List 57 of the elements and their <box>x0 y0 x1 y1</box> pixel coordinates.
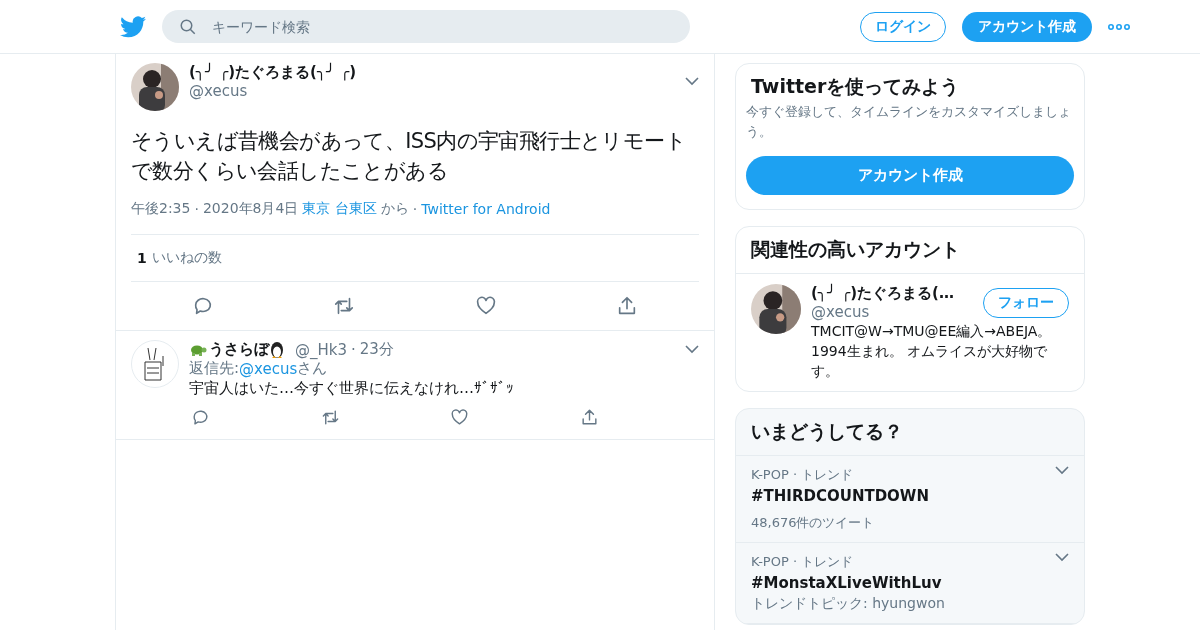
avatar[interactable] <box>131 63 179 111</box>
separator-dot: · <box>412 201 418 217</box>
card-title: いまどうしてる？ <box>736 409 1084 456</box>
trend-name[interactable]: #THIRDCOUNTDOWN <box>751 487 1055 505</box>
reply-text: 宇宙人はいた…今すぐ世界に伝えなけれ…ｻﾞｻﾞｯ <box>189 378 515 398</box>
trend-context: K-POP · トレンド <box>751 466 855 484</box>
tweet-count: 48,676件のツイート <box>751 514 876 532</box>
place-link[interactable]: 東京 台東区 <box>302 200 377 218</box>
retweet-icon[interactable] <box>320 408 340 427</box>
chevron-icon[interactable] <box>1055 466 1069 475</box>
chevron-icon[interactable] <box>685 345 699 354</box>
search-icon <box>179 18 197 36</box>
mention-link[interactable]: @xecus <box>239 359 298 378</box>
reply-time: 23分 <box>359 340 394 359</box>
user-handle[interactable]: @xecus <box>811 303 973 321</box>
separator-dot: · <box>194 201 199 217</box>
user-name[interactable]: (╮╯ ╭)たぐろまる(╮╯ ╭) <box>189 63 675 82</box>
tweet-text: そういえば昔機会があって、ISS内の宇宙飛行士とリモートで数分くらい会話したことがある <box>131 128 688 185</box>
reply-prefix: 返信先: <box>189 359 240 378</box>
heart-icon[interactable] <box>474 295 497 317</box>
user-name[interactable]: (╮╯ ╭)たぐろまる(… <box>811 284 973 303</box>
user-handle[interactable]: @_Hk3 <box>295 340 347 359</box>
heart-icon[interactable] <box>450 408 470 427</box>
tweet-date: 2020年8月4日 <box>202 200 299 218</box>
retweet-icon[interactable] <box>333 295 356 317</box>
reply-icon[interactable] <box>192 295 214 317</box>
trend-topic: トレンドトピック: hyungwon <box>751 595 946 613</box>
like-count: 1 <box>137 250 147 266</box>
search-field[interactable]: キーワード検索 <box>162 10 690 43</box>
reply-suffix: さん <box>297 359 328 377</box>
trend-context: K-POP · トレンド <box>751 553 855 571</box>
signup-button[interactable]: アカウント作成 <box>746 156 1074 195</box>
follow-button[interactable]: フォロー <box>983 287 1069 318</box>
trend-name[interactable]: #MonstaXLiveWithLuv <box>751 574 1055 592</box>
share-icon[interactable] <box>579 408 599 427</box>
card-title: Twitterを使ってみよう <box>750 74 961 99</box>
card-title: 関連性の高いアカウント <box>736 227 1084 274</box>
avatar[interactable] <box>751 284 801 334</box>
user-handle[interactable]: @xecus <box>189 82 675 100</box>
signup-button[interactable]: アカウント作成 <box>962 11 1092 42</box>
share-icon[interactable] <box>616 295 638 317</box>
tweet-time: 午後2:35 <box>131 200 191 218</box>
more-icon[interactable] <box>1108 23 1130 30</box>
login-button[interactable]: ログイン <box>860 11 946 42</box>
chevron-icon[interactable] <box>685 77 699 86</box>
separator-dot: · <box>351 340 356 359</box>
turtle-icon <box>189 343 207 356</box>
client-link[interactable]: Twitter for Android <box>421 201 551 217</box>
like-label[interactable]: いいねの数 <box>151 249 222 267</box>
penguin-icon <box>269 340 285 359</box>
reply-icon[interactable] <box>191 408 210 427</box>
user-name[interactable]: うさらぼ <box>209 340 269 359</box>
user-bio: TMCIT@W→TMU@EE編入→ABEJA。1994生まれ。 オムライスが大好物です。 <box>811 322 1053 381</box>
card-text: 今すぐ登録して、タイムラインをカスタマイズしましょう。 <box>746 103 1072 141</box>
place-suffix: から <box>380 200 409 218</box>
chevron-icon[interactable] <box>1055 553 1069 562</box>
bird-logo[interactable] <box>120 15 146 38</box>
